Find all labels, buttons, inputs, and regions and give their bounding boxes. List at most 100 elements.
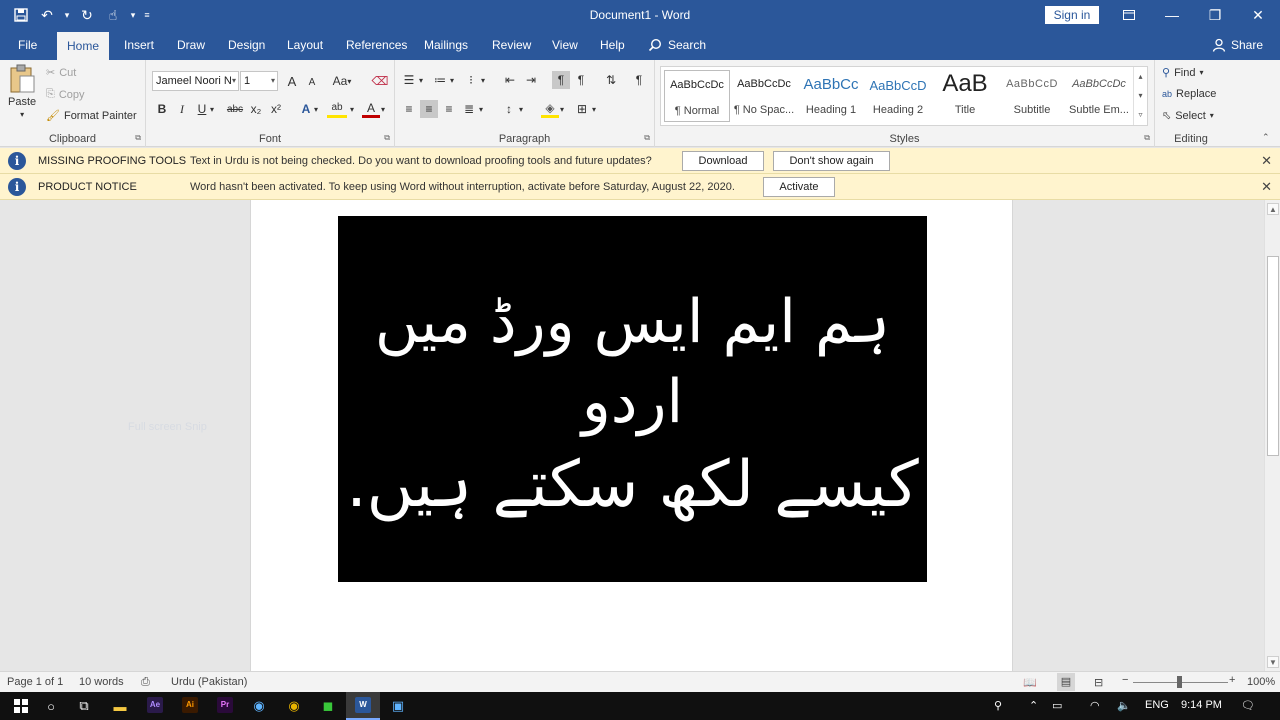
document-page[interactable]: ہم ایم ایس ورڈ میں اردو کیسے لکھ سکتے ہی… (250, 200, 1013, 671)
tab-insert[interactable]: Insert (114, 30, 164, 60)
clipboard-launcher-icon[interactable]: ⧉ (135, 133, 141, 143)
restore-icon[interactable]: ❐ (1200, 4, 1230, 26)
chevron-up-icon[interactable]: ▴ (1134, 67, 1147, 86)
tab-file[interactable]: File (8, 30, 47, 60)
font-color-dropdown-icon[interactable]: ▾ (378, 100, 388, 118)
share-button[interactable]: Share (1212, 30, 1263, 60)
more-styles-icon[interactable]: ▿ (1134, 105, 1147, 124)
minimize-icon[interactable]: — (1157, 4, 1187, 26)
styles-scroll[interactable]: ▴ ▾ ▿ (1133, 67, 1147, 125)
download-button[interactable]: Download (682, 151, 764, 171)
style-subtle-emphasis[interactable]: AaBbCcDc Subtle Em... (1066, 70, 1132, 122)
line-spacing-dropdown-icon[interactable]: ▾ (516, 100, 526, 118)
font-size-dropdown-icon[interactable]: ▾ (271, 72, 275, 90)
close-icon[interactable]: ✕ (1243, 4, 1273, 26)
zoom-out-button[interactable]: − (1122, 674, 1128, 686)
superscript-button[interactable]: x² (267, 100, 285, 118)
collapse-ribbon-icon[interactable]: ⌃ (1262, 132, 1270, 143)
battery-icon[interactable]: ▭ (1052, 699, 1062, 712)
sort-icon[interactable]: ⇅ (602, 71, 620, 89)
close-icon[interactable]: ✕ (1261, 179, 1272, 195)
document-area[interactable]: Full screen Snip ہم ایم ایس ورڈ میں اردو… (0, 200, 1264, 671)
clock[interactable]: 9:14 PM (1181, 699, 1222, 711)
tab-design[interactable]: Design (218, 30, 275, 60)
web-layout-icon[interactable]: ⊟ (1094, 676, 1103, 689)
borders-dropdown-icon[interactable]: ▾ (589, 100, 599, 118)
cortana-icon[interactable]: ○ (41, 696, 61, 716)
paste-dropdown-icon[interactable]: ▾ (20, 110, 24, 119)
task-view-icon[interactable]: ⧉ (74, 696, 94, 716)
people-icon[interactable]: ⚲ (994, 699, 1002, 712)
ribbon-display-options-icon[interactable] (1114, 4, 1144, 26)
align-center-icon[interactable]: ≡ (420, 100, 438, 118)
dont-show-again-button[interactable]: Don't show again (773, 151, 890, 171)
font-launcher-icon[interactable]: ⧉ (384, 133, 390, 143)
tell-me-search[interactable]: Search (648, 30, 706, 60)
tab-view[interactable]: View (542, 30, 588, 60)
tab-references[interactable]: References (336, 30, 417, 60)
shading-dropdown-icon[interactable]: ▾ (557, 100, 567, 118)
show-hidden-icons-icon[interactable]: ⌃ (1029, 699, 1038, 712)
zoom-in-button[interactable]: + (1229, 674, 1235, 686)
volume-icon[interactable]: 🔈 (1117, 699, 1131, 712)
chrome-icon[interactable]: ◉ (284, 696, 304, 716)
font-name-dropdown-icon[interactable]: ▾ (232, 72, 236, 90)
input-language[interactable]: ENG (1145, 699, 1169, 711)
tab-mailings[interactable]: Mailings (414, 30, 478, 60)
font-size-combo[interactable]: 1 ▾ (240, 71, 278, 91)
style-subtitle[interactable]: AaBbCcD Subtitle (999, 70, 1065, 122)
scroll-up-icon[interactable]: ▲ (1267, 203, 1279, 215)
tab-review[interactable]: Review (482, 30, 541, 60)
subscript-button[interactable]: x₂ (247, 100, 265, 118)
numbering-dropdown-icon[interactable]: ▾ (447, 71, 457, 89)
align-left-icon[interactable]: ≡ (400, 100, 418, 118)
zoom-slider-thumb[interactable] (1177, 676, 1182, 688)
document-image[interactable]: ہم ایم ایس ورڈ میں اردو کیسے لکھ سکتے ہی… (338, 216, 927, 582)
vertical-scrollbar[interactable]: ▲ ▼ (1264, 200, 1280, 671)
italic-button[interactable]: I (173, 100, 191, 118)
tab-help[interactable]: Help (590, 30, 635, 60)
notifications-icon[interactable]: 🗨 (1241, 699, 1255, 712)
cut-button[interactable]: ✂ Cut (46, 66, 76, 80)
paste-button[interactable]: Paste ▾ (8, 64, 36, 119)
underline-dropdown-icon[interactable]: ▾ (207, 100, 217, 118)
align-right-icon[interactable]: ≡ (440, 100, 458, 118)
decrease-indent-icon[interactable]: ⇤ (501, 71, 519, 89)
after-effects-icon[interactable]: Ae (147, 697, 163, 713)
tab-draw[interactable]: Draw (167, 30, 215, 60)
bold-button[interactable]: B (153, 100, 171, 118)
format-painter-button[interactable]: 🖌 Format Painter (46, 109, 137, 123)
font-name-combo[interactable]: Jameel Noori N ▾ (152, 71, 239, 91)
close-icon[interactable]: ✕ (1261, 153, 1272, 169)
chevron-down-icon[interactable]: ▾ (1134, 86, 1147, 105)
clear-formatting-icon[interactable]: ⌫ (371, 72, 389, 90)
style-no-spacing[interactable]: AaBbCcDc ¶ No Spac... (731, 70, 797, 122)
scroll-down-icon[interactable]: ▼ (1267, 656, 1279, 668)
shrink-font-button[interactable]: A (303, 73, 321, 91)
print-layout-icon[interactable]: ▤ (1057, 673, 1075, 691)
zoom-level[interactable]: 100% (1247, 676, 1275, 688)
replace-button[interactable]: ab Replace (1162, 88, 1216, 100)
activate-button[interactable]: Activate (763, 177, 835, 197)
style-heading-2[interactable]: AaBbCcD Heading 2 (865, 70, 931, 122)
app-blue-circle-icon[interactable]: ◉ (249, 696, 269, 716)
proofing-status-icon[interactable]: ⎙ (141, 676, 150, 689)
tab-layout[interactable]: Layout (277, 30, 333, 60)
scroll-thumb[interactable] (1267, 256, 1279, 456)
style-heading-1[interactable]: AaBbCc Heading 1 (798, 70, 864, 122)
paragraph-launcher-icon[interactable]: ⧉ (644, 133, 650, 143)
multilevel-dropdown-icon[interactable]: ▾ (478, 71, 488, 89)
start-windows-icon[interactable] (11, 696, 31, 716)
style-normal[interactable]: AaBbCcDc ¶ Normal (664, 70, 730, 122)
text-effects-dropdown-icon[interactable]: ▾ (311, 100, 321, 118)
sign-in-button[interactable]: Sign in (1045, 6, 1099, 24)
page-count[interactable]: Page 1 of 1 (7, 676, 63, 688)
green-app-icon[interactable]: ◼ (318, 696, 338, 716)
word-taskbar-button[interactable]: W (346, 692, 380, 720)
rtl-direction-icon[interactable]: ¶ (552, 71, 570, 89)
illustrator-icon[interactable]: Ai (182, 697, 198, 713)
show-formatting-marks-icon[interactable]: ¶ (630, 71, 648, 89)
change-case-button[interactable]: Aa ▾ (329, 72, 355, 90)
bullets-dropdown-icon[interactable]: ▾ (416, 71, 426, 89)
language-status[interactable]: Urdu (Pakistan) (171, 676, 247, 688)
